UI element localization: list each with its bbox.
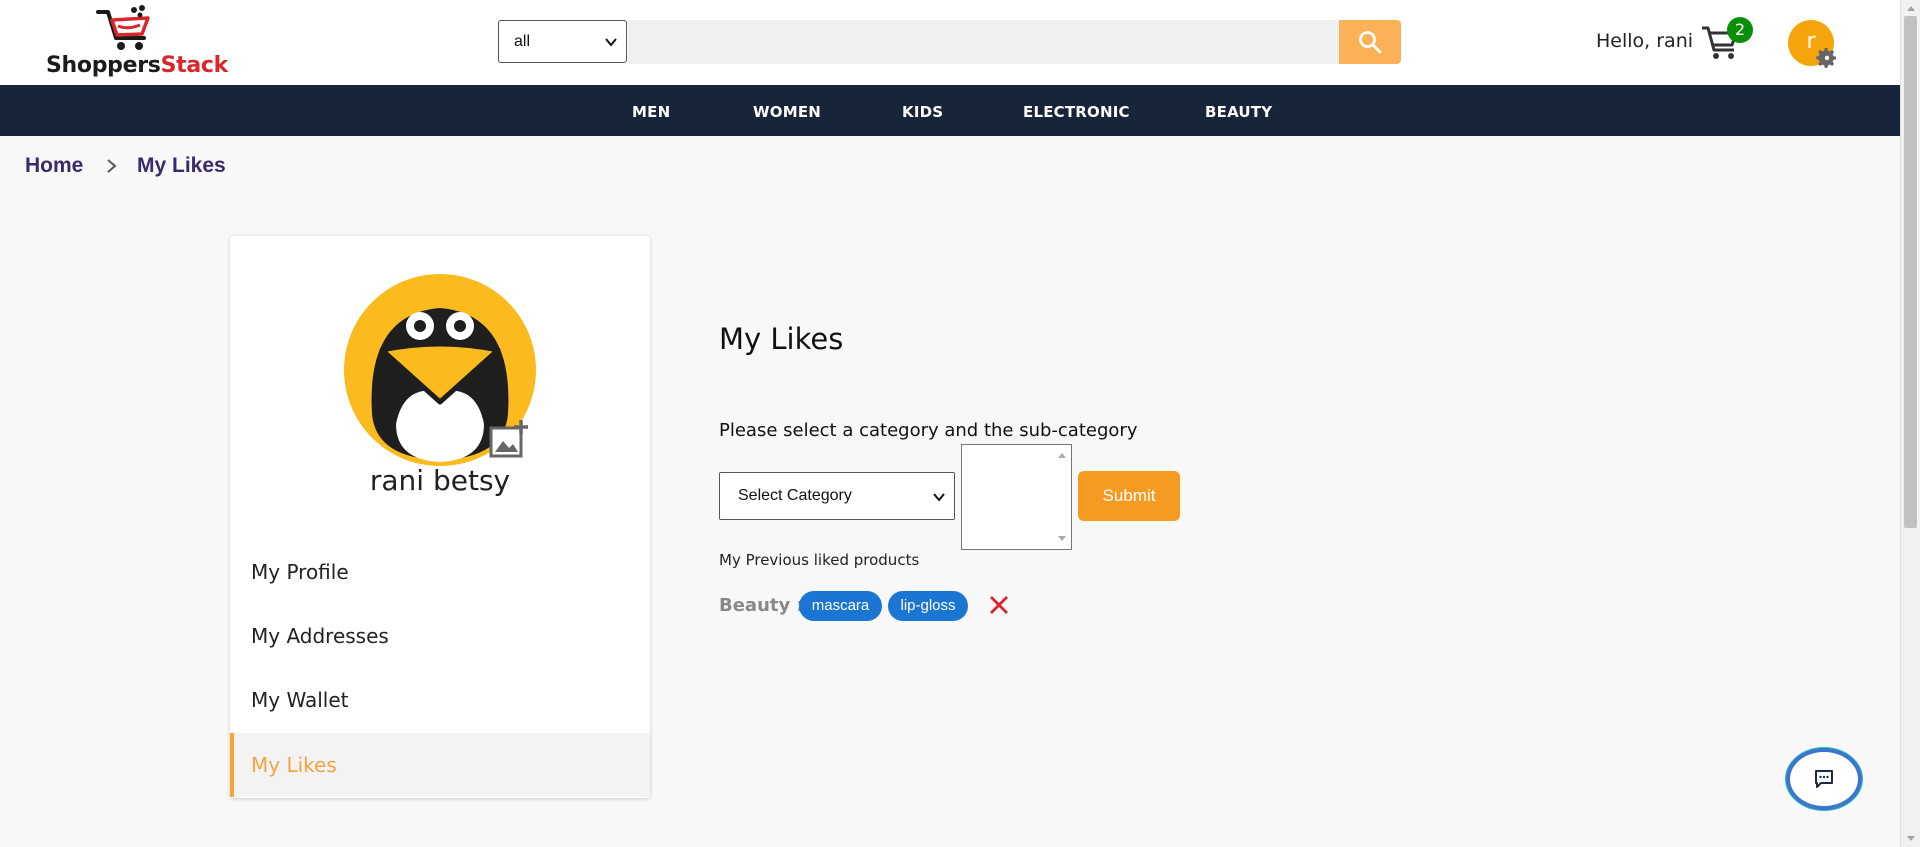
sidebar-item-my-likes[interactable]: My Likes bbox=[230, 733, 650, 797]
nav-item-beauty[interactable]: BEAUTY bbox=[1205, 103, 1272, 121]
liked-category-label: Beauty : bbox=[719, 595, 804, 616]
nav-item-electronic[interactable]: ELECTRONIC bbox=[1023, 103, 1130, 121]
page-scrollbar[interactable] bbox=[1900, 0, 1920, 847]
logo-text-shoppers: Shoppers bbox=[46, 53, 161, 78]
profile-sidebar: rani betsy My Profile My Addresses My Wa… bbox=[230, 236, 650, 798]
search-category-select[interactable]: all bbox=[498, 20, 627, 63]
close-icon[interactable] bbox=[988, 594, 1010, 616]
gear-icon[interactable] bbox=[1815, 46, 1839, 70]
liked-tag-lip-gloss[interactable]: lip-gloss bbox=[888, 591, 968, 621]
chevron-down-icon bbox=[933, 493, 945, 502]
chevron-right-icon bbox=[107, 159, 117, 173]
breadcrumb-home[interactable]: Home bbox=[25, 154, 83, 178]
cart-count-badge: 2 bbox=[1727, 17, 1753, 43]
cart-logo-icon bbox=[96, 5, 150, 50]
chevron-down-icon bbox=[605, 38, 617, 47]
search-category-value: all bbox=[514, 33, 531, 50]
chat-icon bbox=[1815, 770, 1833, 788]
previous-liked-heading: My Previous liked products bbox=[719, 551, 920, 569]
chat-button[interactable] bbox=[1786, 748, 1862, 810]
liked-tag-mascara[interactable]: mascara bbox=[799, 591, 882, 621]
scroll-down-arrow-icon[interactable] bbox=[1057, 535, 1067, 543]
scrollbar-thumb[interactable] bbox=[1904, 16, 1917, 528]
scroll-down-arrow-icon[interactable] bbox=[1906, 835, 1916, 843]
sidebar-item-my-profile[interactable]: My Profile bbox=[230, 540, 650, 604]
logo-text: ShoppersStack bbox=[46, 53, 228, 78]
nav-item-men[interactable]: MEN bbox=[632, 103, 670, 121]
search-bar: all bbox=[498, 20, 1401, 64]
scroll-up-arrow-icon[interactable] bbox=[1906, 4, 1916, 12]
nav-item-kids[interactable]: KIDS bbox=[902, 103, 943, 121]
search-input[interactable] bbox=[628, 20, 1339, 64]
page-title: My Likes bbox=[719, 322, 844, 356]
search-icon bbox=[1359, 31, 1382, 54]
category-select[interactable]: Select Category bbox=[719, 472, 955, 520]
breadcrumb-current: My Likes bbox=[137, 154, 226, 177]
category-nav: MEN WOMEN KIDS ELECTRONIC BEAUTY bbox=[0, 85, 1900, 136]
submit-button[interactable]: Submit bbox=[1078, 471, 1180, 521]
subcategory-listbox[interactable] bbox=[961, 444, 1072, 550]
header: ShoppersStack all Hello, rani 2 r bbox=[0, 0, 1900, 85]
shoppers-stack-logo[interactable]: ShoppersStack bbox=[46, 4, 236, 80]
sidebar-item-my-wallet[interactable]: My Wallet bbox=[230, 668, 650, 732]
nav-item-women[interactable]: WOMEN bbox=[753, 103, 821, 121]
greeting-text: Hello, rani bbox=[1596, 30, 1694, 52]
selection-instruction: Please select a category and the sub-cat… bbox=[719, 420, 1138, 441]
logo-text-stack: Stack bbox=[160, 53, 229, 78]
profile-name: rani betsy bbox=[369, 464, 511, 497]
add-photo-icon[interactable] bbox=[488, 419, 530, 461]
sidebar-item-my-addresses[interactable]: My Addresses bbox=[230, 604, 650, 668]
category-select-value: Select Category bbox=[738, 487, 852, 504]
scroll-up-arrow-icon[interactable] bbox=[1057, 451, 1067, 459]
search-button[interactable] bbox=[1339, 20, 1401, 64]
